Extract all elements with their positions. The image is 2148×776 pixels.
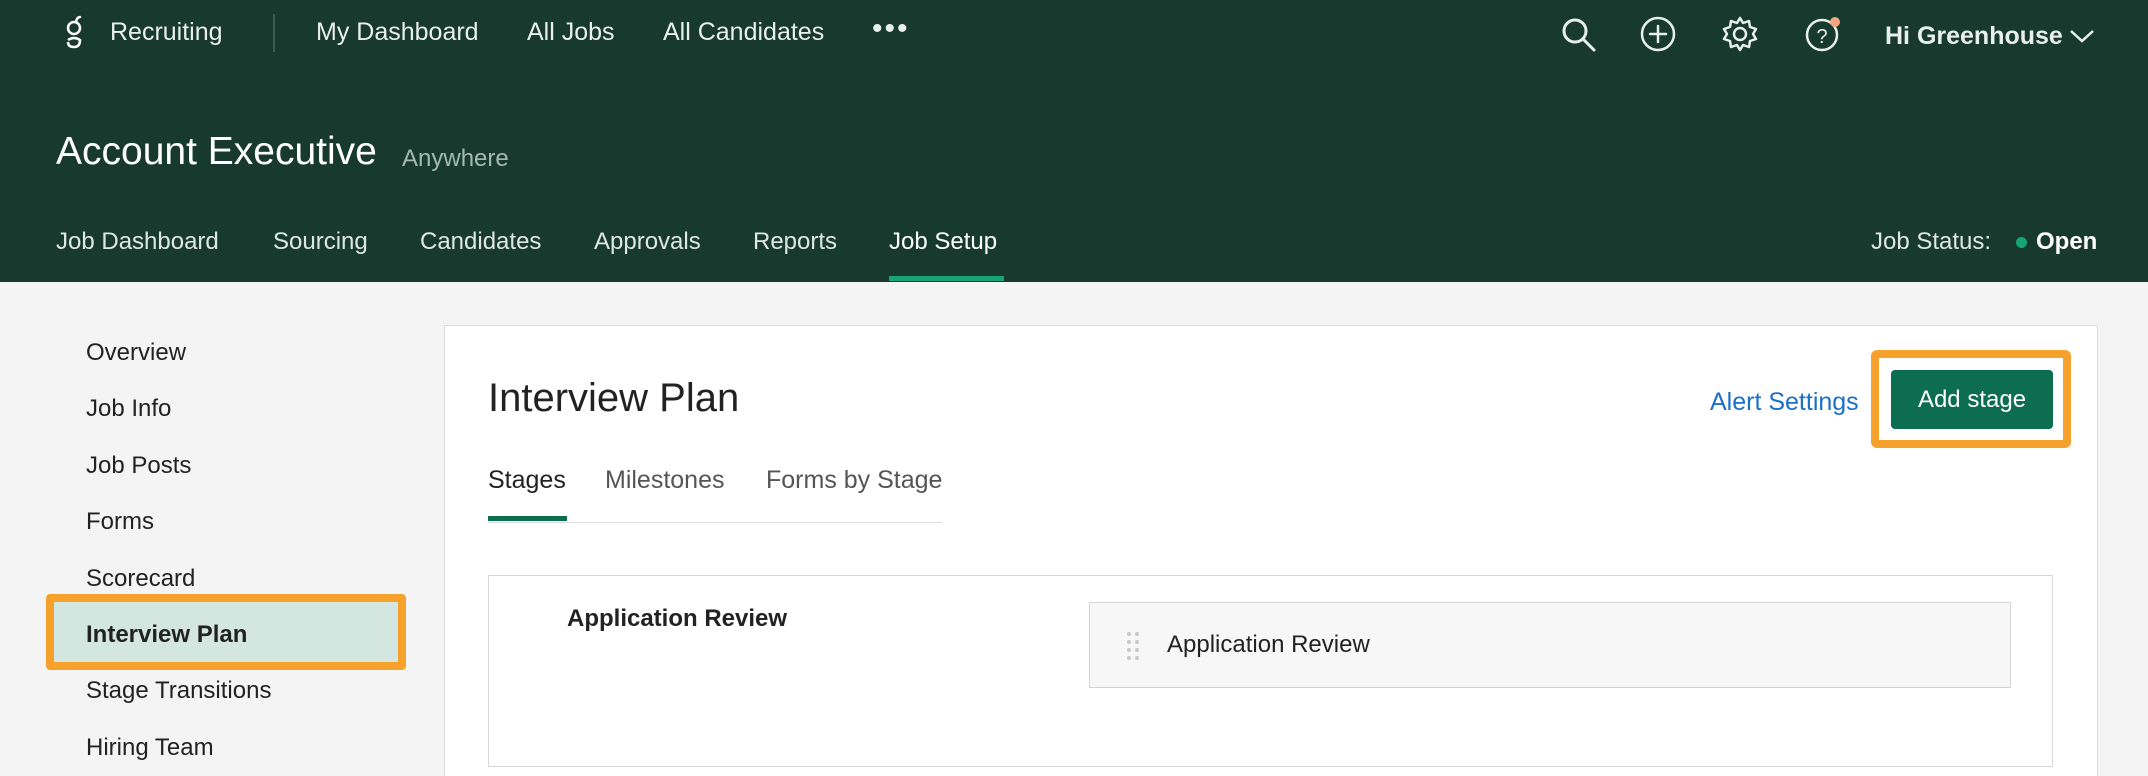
sidebar-item-job-info[interactable]: Job Info bbox=[86, 395, 171, 423]
job-status-value[interactable]: Open bbox=[2036, 228, 2097, 256]
sidebar-item-scorecard[interactable]: Scorecard bbox=[86, 565, 195, 593]
tab-milestones[interactable]: Milestones bbox=[605, 466, 725, 495]
tab-forms-by-stage[interactable]: Forms by Stage bbox=[766, 466, 942, 495]
add-stage-button[interactable]: Add stage bbox=[1891, 370, 2053, 429]
status-dot-icon bbox=[2016, 237, 2027, 248]
sidebar-item-forms[interactable]: Forms bbox=[86, 508, 154, 536]
tab-sourcing[interactable]: Sourcing bbox=[273, 228, 368, 256]
nav-my-dashboard[interactable]: My Dashboard bbox=[316, 18, 479, 47]
tab-job-dashboard[interactable]: Job Dashboard bbox=[56, 228, 219, 256]
notification-dot bbox=[1830, 17, 1840, 27]
chevron-down-icon[interactable] bbox=[2068, 26, 2096, 46]
app-header: Recruiting My Dashboard All Jobs All Can… bbox=[0, 0, 2148, 282]
active-tab-underline bbox=[488, 516, 567, 521]
svg-text:?: ? bbox=[1816, 26, 1827, 48]
tab-candidates[interactable]: Candidates bbox=[420, 228, 541, 256]
sidebar-item-hiring-team[interactable]: Hiring Team bbox=[86, 734, 214, 762]
add-circle-icon[interactable] bbox=[1638, 14, 1678, 54]
more-menu-icon[interactable]: ••• bbox=[872, 12, 910, 46]
help-icon[interactable]: ? bbox=[1802, 14, 1842, 54]
stage-interview-label: Application Review bbox=[1167, 631, 1370, 658]
sidebar-item-interview-plan[interactable]: Interview Plan bbox=[86, 621, 247, 649]
stage-name: Application Review bbox=[567, 605, 788, 632]
job-status-label: Job Status: bbox=[1871, 228, 1992, 255]
tab-approvals[interactable]: Approvals bbox=[594, 228, 701, 256]
search-icon[interactable] bbox=[1558, 14, 1598, 54]
tabs-divider bbox=[488, 522, 942, 523]
brand-name[interactable]: Recruiting bbox=[110, 18, 223, 47]
drag-handle-icon[interactable] bbox=[1125, 630, 1141, 662]
top-navigation-bar: Recruiting My Dashboard All Jobs All Can… bbox=[0, 0, 2148, 66]
sidebar-item-stage-transitions[interactable]: Stage Transitions bbox=[86, 677, 271, 705]
sidebar-item-overview[interactable]: Overview bbox=[86, 339, 186, 367]
job-title: Account Executive bbox=[56, 130, 377, 173]
greenhouse-logo-icon[interactable] bbox=[62, 14, 86, 50]
nav-divider bbox=[273, 14, 275, 52]
gear-icon[interactable] bbox=[1720, 14, 1760, 54]
tab-reports[interactable]: Reports bbox=[753, 228, 837, 256]
nav-all-jobs[interactable]: All Jobs bbox=[527, 18, 615, 47]
active-tab-indicator bbox=[889, 276, 1004, 281]
alert-settings-link[interactable]: Alert Settings bbox=[1710, 388, 1859, 417]
tab-stages[interactable]: Stages bbox=[488, 466, 566, 495]
user-menu-greeting[interactable]: Hi Greenhouse bbox=[1885, 22, 2063, 51]
page-title: Interview Plan bbox=[488, 376, 740, 420]
nav-all-candidates[interactable]: All Candidates bbox=[663, 18, 824, 47]
sidebar-item-job-posts[interactable]: Job Posts bbox=[86, 452, 191, 480]
job-location: Anywhere bbox=[402, 145, 509, 172]
tab-job-setup[interactable]: Job Setup bbox=[889, 228, 997, 256]
